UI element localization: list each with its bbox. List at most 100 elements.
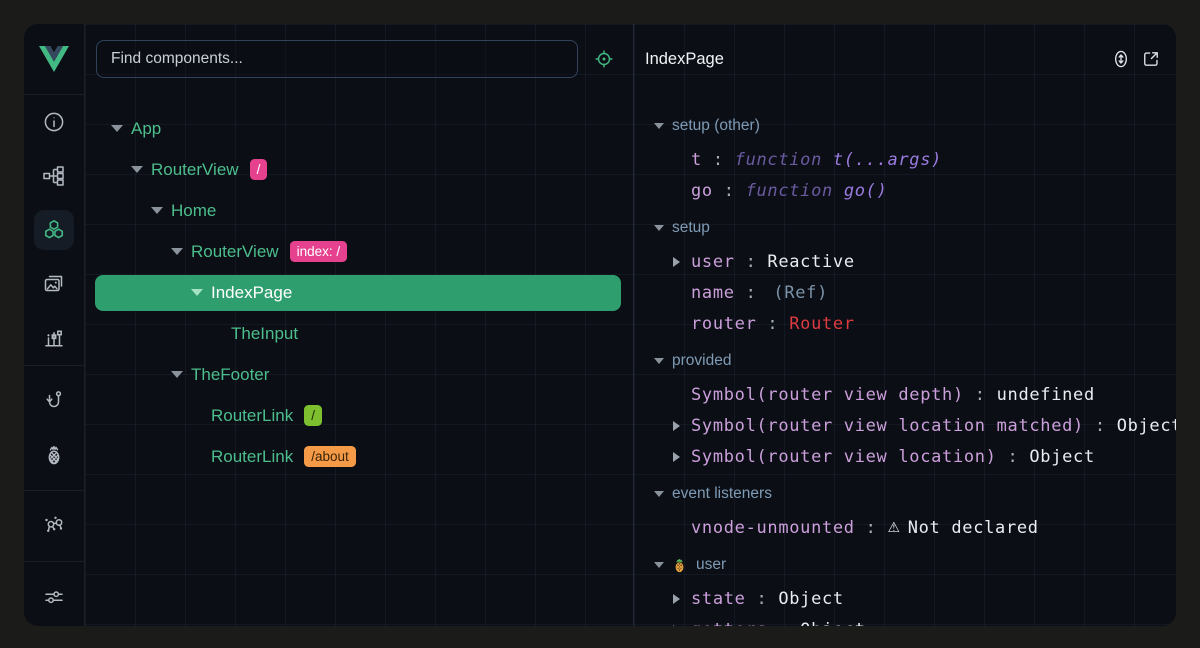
section-header[interactable]: provided: [634, 343, 1176, 379]
toggle-expand-icon[interactable]: [151, 207, 163, 214]
toggle-expand-icon[interactable]: [131, 166, 143, 173]
route-badge: /: [304, 405, 322, 426]
info-icon: [42, 110, 66, 134]
property-row[interactable]: vnode-unmounted : ⚠Not declared: [634, 512, 1176, 543]
property-value: undefined: [997, 385, 1095, 405]
key-value-separator: :: [757, 314, 790, 334]
tree-header: [85, 24, 633, 108]
key-value-separator: :: [855, 518, 888, 538]
open-in-editor-button[interactable]: [1136, 46, 1166, 72]
section-header[interactable]: event listeners: [634, 476, 1176, 512]
tree-row-routerview[interactable]: RouterView /: [85, 149, 633, 190]
collapse-section-icon[interactable]: [654, 562, 664, 568]
property-value: Object: [800, 620, 866, 627]
property-row[interactable]: user : Reactive: [634, 246, 1176, 277]
sidebar-item-settings[interactable]: [24, 570, 84, 624]
node-graph-icon: [42, 514, 66, 538]
pineapple-icon: [42, 443, 66, 467]
expand-property-icon[interactable]: [673, 452, 680, 462]
component-tree-panel: App RouterView / Home RouterView index: / Inde…: [85, 24, 633, 626]
open-in-editor-icon: [1140, 48, 1162, 70]
sidebar-item-timeline[interactable]: [24, 311, 84, 365]
expand-property-icon[interactable]: [673, 625, 680, 627]
key-value-separator: :: [702, 150, 735, 170]
component-name: IndexPage: [211, 283, 292, 303]
sidebar-item-graph[interactable]: [24, 499, 84, 553]
sidebar-item-router[interactable]: [24, 374, 84, 428]
property-key: Symbol(router view location matched): [691, 416, 1084, 436]
key-value-separator: :: [997, 447, 1030, 467]
sidebar-item-pinia[interactable]: [24, 428, 84, 482]
tree-view-icon: [42, 164, 66, 188]
toggle-expand-icon[interactable]: [171, 371, 183, 378]
key-value-separator: :: [735, 283, 768, 303]
route-badge: /: [250, 159, 268, 180]
tree-row-theinput[interactable]: TheInput: [85, 313, 633, 354]
collapse-section-icon[interactable]: [654, 491, 664, 497]
property-row[interactable]: Symbol(router view depth) : undefined: [634, 379, 1176, 410]
property-key: name: [691, 283, 735, 303]
property-row[interactable]: go : function go(): [634, 175, 1176, 206]
inspector-section: setup (other) t : function t(...args)go :…: [634, 108, 1176, 206]
component-name: RouterView: [151, 160, 239, 180]
sidebar-item-assets[interactable]: [24, 257, 84, 311]
property-row[interactable]: name : (Ref): [634, 277, 1176, 308]
section-header[interactable]: user: [634, 547, 1176, 583]
section-header[interactable]: setup: [634, 210, 1176, 246]
key-value-separator: :: [767, 620, 800, 627]
toggle-expand-icon[interactable]: [111, 125, 123, 132]
search-box[interactable]: [96, 40, 578, 78]
section-header[interactable]: setup (other): [634, 108, 1176, 144]
inspector-title: IndexPage: [645, 50, 1106, 69]
tree-row-routerlink[interactable]: RouterLink/about: [85, 436, 633, 477]
expand-property-icon[interactable]: [673, 594, 680, 604]
hexagon-cluster-icon: [42, 218, 66, 242]
scroll-to-component-button[interactable]: [1106, 46, 1136, 72]
levels-icon: [42, 326, 66, 350]
property-row[interactable]: router : Router: [634, 308, 1176, 339]
key-value-separator: :: [713, 181, 746, 201]
tree-row-thefooter[interactable]: TheFooter: [85, 354, 633, 395]
tree-row-app[interactable]: App: [85, 108, 633, 149]
expand-property-icon[interactable]: [673, 257, 680, 267]
property-value: Reactive: [767, 252, 854, 272]
collapse-section-icon[interactable]: [654, 123, 664, 129]
property-key: Symbol(router view location): [691, 447, 997, 467]
tree-row-routerlink[interactable]: RouterLink/: [85, 395, 633, 436]
section-title: setup (other): [672, 117, 760, 135]
tree-row-routerview[interactable]: RouterView index: /: [85, 231, 633, 272]
key-value-separator: :: [1084, 416, 1117, 436]
sidebar-item-overview[interactable]: [24, 95, 84, 149]
property-value: Object: [778, 589, 844, 609]
warning-icon: ⚠: [887, 520, 900, 536]
key-value-separator: :: [964, 385, 997, 405]
component-name: Home: [171, 201, 216, 221]
component-name: RouterView: [191, 242, 279, 262]
sidebar-item-components-tree[interactable]: [24, 149, 84, 203]
property-row[interactable]: t : function t(...args): [634, 144, 1176, 175]
search-input[interactable]: [109, 49, 565, 69]
property-value: t(...args): [833, 150, 942, 170]
property-row[interactable]: Symbol(router view location matched) : O…: [634, 410, 1176, 441]
collapse-section-icon[interactable]: [654, 358, 664, 364]
property-value: (Ref): [773, 283, 828, 303]
tree-row-home[interactable]: Home: [85, 190, 633, 231]
property-row[interactable]: getters : Object: [634, 614, 1176, 626]
tree-row-indexpage[interactable]: IndexPage: [85, 272, 633, 313]
route-badge: index: /: [290, 241, 348, 262]
expand-property-icon[interactable]: [673, 421, 680, 431]
inspect-component-button[interactable]: [592, 47, 616, 71]
collapse-section-icon[interactable]: [654, 225, 664, 231]
property-row[interactable]: Symbol(router view location) : Object: [634, 441, 1176, 472]
devtools-window: App RouterView / Home RouterView index: / Inde…: [24, 24, 1176, 626]
property-key: getters: [691, 620, 767, 627]
toggle-expand-icon[interactable]: [171, 248, 183, 255]
toggle-expand-icon[interactable]: [191, 289, 203, 296]
sidebar-item-components[interactable]: [24, 203, 84, 257]
key-value-separator: :: [735, 252, 768, 272]
inspect-component-target-icon: [593, 48, 615, 70]
property-row[interactable]: state : Object: [634, 583, 1176, 614]
property-key: state: [691, 589, 746, 609]
property-key: router: [691, 314, 757, 334]
section-title: provided: [672, 352, 731, 370]
